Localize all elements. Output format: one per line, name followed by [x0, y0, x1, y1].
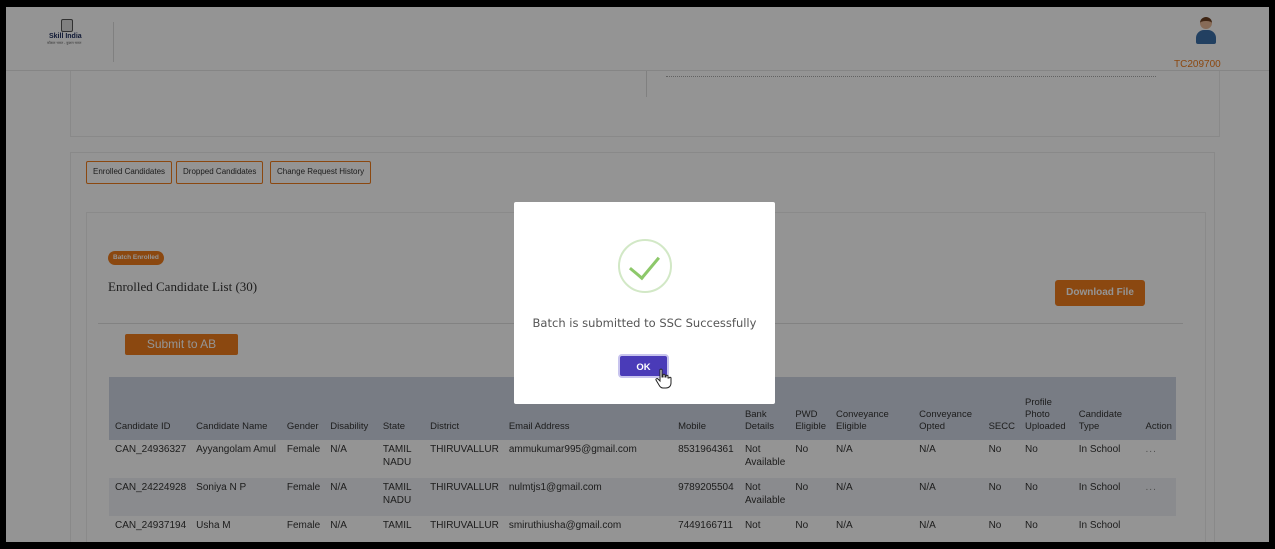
hand-pointer-icon [655, 368, 672, 389]
checkmark-stroke [628, 247, 661, 281]
check-icon [618, 239, 672, 293]
dialog-message: Batch is submitted to SSC Successfully [532, 316, 757, 330]
app-window: Skill India कौशल भारत - कुशल भारत TC2097… [6, 7, 1269, 542]
success-dialog: Batch is submitted to SSC Successfully O… [514, 202, 775, 404]
